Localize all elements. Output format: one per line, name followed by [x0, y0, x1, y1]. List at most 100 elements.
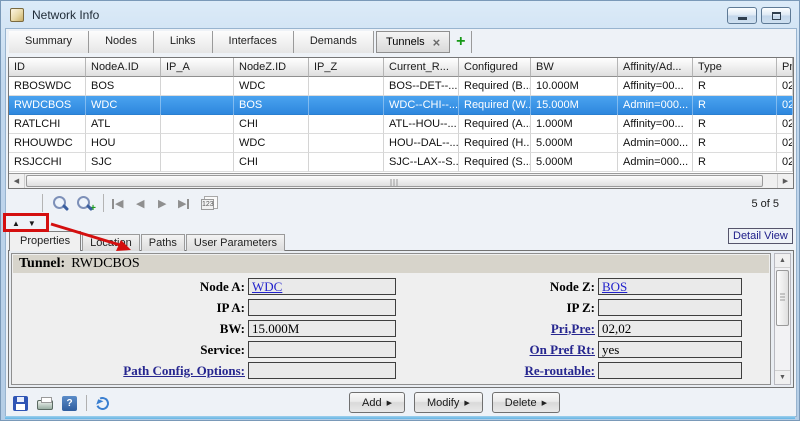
last-bar-icon — [187, 199, 189, 209]
tab-tunnels-label: Tunnels — [386, 32, 425, 52]
toolbar-separator — [103, 194, 104, 212]
table-cell: R — [693, 96, 777, 115]
table-row-rboswdc[interactable]: RBOSWDCBOSWDCBOS--DET--...Required (B...… — [9, 77, 793, 96]
table-cell: Admin=000... — [618, 134, 693, 153]
hscroll-track[interactable] — [25, 174, 777, 188]
first-page-button[interactable]: ◀ — [112, 197, 123, 210]
table-cell: CHI — [234, 115, 309, 134]
scroll-up-icon[interactable]: ▲ — [775, 254, 790, 268]
table-row-rwdcbos[interactable]: RWDCBOSWDCBOSWDC--CHI--...Required (W...… — [9, 96, 793, 115]
column-header-current-r[interactable]: Current_R... — [384, 58, 459, 77]
table-cell: CHI — [234, 153, 309, 172]
table-cell: Required (A... — [459, 115, 531, 134]
field-label-pri-pre[interactable]: Pri,Pre: — [402, 321, 598, 337]
column-header-configured[interactable]: Configured — [459, 58, 531, 77]
detail-tab-paths[interactable]: Paths — [141, 234, 185, 251]
column-header-ip-a[interactable]: IP_A — [161, 58, 234, 77]
table-cell: WDC — [234, 134, 309, 153]
vertical-scrollbar[interactable]: ▲ ▼ — [774, 253, 791, 385]
maximize-button[interactable] — [761, 7, 791, 24]
field-value-text[interactable]: BOS — [602, 279, 627, 294]
table-cell: BOS--DET--... — [384, 77, 459, 96]
scroll-right-icon[interactable]: ▶ — [777, 174, 793, 188]
table-cell — [161, 115, 234, 134]
field-value-bw: 15.000M — [248, 320, 396, 337]
table-row-rsjcchi[interactable]: RSJCCHISJCCHISJC--LAX--S...Required (S..… — [9, 153, 793, 172]
search-icon[interactable] — [52, 195, 70, 213]
tab-nodes[interactable]: Nodes — [89, 31, 154, 53]
field-value-node-z: BOS — [598, 278, 742, 295]
modify-button[interactable]: Modify ▶ — [414, 392, 483, 413]
table-cell: BOS — [86, 77, 161, 96]
horizontal-scrollbar[interactable]: ◀ ▶ — [9, 173, 793, 188]
tab-links[interactable]: Links — [154, 31, 213, 53]
next-page-button[interactable]: ▶ — [158, 197, 166, 210]
field-value-text[interactable]: WDC — [252, 279, 282, 294]
tab-interfaces[interactable]: Interfaces — [213, 31, 294, 53]
collapse-up-icon[interactable]: ▲ — [12, 219, 20, 228]
field-label-on-pref-rt[interactable]: On Pref Rt: — [402, 342, 598, 358]
close-tab-icon[interactable]: × — [433, 36, 441, 49]
pager-toolbar: + ◀ ◀ ▶ ▶ 123 5 of 5 — [8, 191, 794, 217]
column-header-nodea-id[interactable]: NodeA.ID — [86, 58, 161, 77]
app-icon — [10, 8, 24, 22]
detail-tab-properties[interactable]: Properties — [9, 231, 81, 251]
tab-tunnels[interactable]: Tunnels × — [376, 31, 450, 53]
table-cell: RSJCCHI — [9, 153, 86, 172]
search-add-icon[interactable]: + — [76, 195, 94, 213]
detail-view-button[interactable]: Detail View — [728, 228, 793, 244]
menu-caret-icon: ▶ — [464, 399, 469, 407]
table-cell: SJC — [86, 153, 161, 172]
print-icon[interactable] — [37, 400, 53, 410]
table-cell: 02 — [777, 115, 793, 134]
detail-title-value: RWDCBOS — [71, 256, 139, 272]
table-cell — [309, 153, 384, 172]
add-button[interactable]: Add ▶ — [349, 392, 405, 413]
detail-tab-user-parameters[interactable]: User Parameters — [186, 234, 285, 251]
scroll-left-icon[interactable]: ◀ — [9, 174, 25, 188]
table-cell: 02 — [777, 153, 793, 172]
table-cell: ATL — [86, 115, 161, 134]
table-row-ratlchi[interactable]: RATLCHIATLCHIATL--HOU--...Required (A...… — [9, 115, 793, 134]
column-header-bw[interactable]: BW — [531, 58, 618, 77]
field-label-ip-z: IP Z: — [402, 300, 598, 316]
collapse-down-icon[interactable]: ▼ — [28, 219, 36, 228]
modify-button-label: Modify — [427, 397, 459, 409]
field-label-path-config-options[interactable]: Path Config. Options: — [20, 363, 248, 379]
column-header-type[interactable]: Type — [693, 58, 777, 77]
table-cell — [161, 77, 234, 96]
pane-collapse-control[interactable]: ▲ ▼ — [12, 219, 36, 228]
save-icon[interactable] — [13, 396, 28, 411]
page-list-icon[interactable]: 123 — [201, 196, 217, 210]
column-header-pr[interactable]: Pr — [777, 58, 793, 77]
tab-strip: SummaryNodesLinksInterfacesDemands Tunne… — [9, 31, 472, 53]
column-header-id[interactable]: ID — [9, 58, 86, 77]
last-page-button[interactable]: ▶ — [178, 197, 189, 210]
delete-button[interactable]: Delete ▶ — [492, 392, 560, 413]
scroll-down-icon[interactable]: ▼ — [775, 370, 790, 384]
previous-page-button[interactable]: ◀ — [136, 197, 144, 210]
help-icon[interactable]: ? — [62, 396, 77, 411]
next-arrow-icon: ▶ — [158, 197, 166, 210]
column-header-nodez-id[interactable]: NodeZ.ID — [234, 58, 309, 77]
tab-demands[interactable]: Demands — [294, 31, 374, 53]
table-row-rhouwdc[interactable]: RHOUWDCHOUWDCHOU--DAL--...Required (H...… — [9, 134, 793, 153]
field-value-text: 02,02 — [602, 321, 631, 336]
table-cell — [161, 134, 234, 153]
hscroll-thumb[interactable] — [26, 175, 763, 187]
table-cell: 15.000M — [531, 96, 618, 115]
table-cell: WDC--CHI--... — [384, 96, 459, 115]
table-cell: RBOSWDC — [9, 77, 86, 96]
vscroll-thumb[interactable] — [776, 270, 789, 326]
column-header-affinity-ad[interactable]: Affinity/Ad... — [618, 58, 693, 77]
table-cell: R — [693, 115, 777, 134]
detail-tab-location[interactable]: Location — [82, 234, 140, 251]
tab-summary[interactable]: Summary — [9, 31, 89, 53]
add-tab-button[interactable]: + — [450, 31, 472, 53]
field-label-re-routable[interactable]: Re-routable: — [402, 363, 598, 379]
refresh-icon[interactable] — [94, 395, 111, 412]
table-cell: 02 — [777, 134, 793, 153]
column-header-ip-z[interactable]: IP_Z — [309, 58, 384, 77]
minimize-button[interactable] — [727, 7, 757, 24]
table-cell: 1.000M — [531, 115, 618, 134]
